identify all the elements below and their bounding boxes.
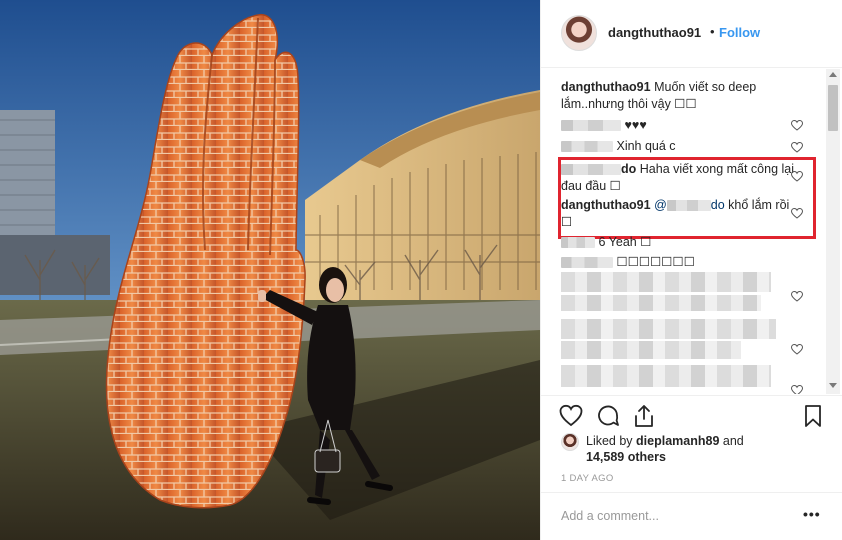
- heart-outline-icon[interactable]: [791, 120, 803, 131]
- post-author-username[interactable]: dangthuthao91: [608, 25, 701, 40]
- comment-item: 6 Yeah ☐: [561, 234, 801, 251]
- blurred-username: [561, 141, 613, 153]
- post-header: dangthuthao91 • Follow: [541, 0, 842, 68]
- comment-item: ♥♥♥: [561, 117, 801, 134]
- comment-item: ☐☐☐☐☐☐☐: [561, 254, 801, 271]
- comment-text: Xinh quá c: [616, 139, 676, 153]
- scroll-down-arrow-icon[interactable]: [829, 383, 837, 388]
- blurred-comment: [561, 272, 771, 292]
- heart-outline-icon[interactable]: [791, 142, 803, 153]
- comments-scrollbar[interactable]: [826, 69, 840, 394]
- comment-item: Xinh quá c: [561, 138, 801, 155]
- likes-count[interactable]: 14,589 others: [586, 450, 666, 464]
- follow-button[interactable]: Follow: [719, 25, 760, 40]
- comment-text: ☐☐☐☐☐☐☐: [616, 255, 695, 269]
- heart-outline-icon[interactable]: [791, 344, 803, 355]
- heart-icon[interactable]: [559, 404, 583, 428]
- comment-text: ♥♥♥: [624, 118, 647, 132]
- post-sidebar: dangthuthao91 • Follow dangthuthao91 Muố…: [541, 0, 842, 540]
- post-timestamp[interactable]: 1 DAY AGO: [561, 473, 614, 484]
- bookmark-icon[interactable]: [801, 404, 825, 428]
- blurred-username: [561, 237, 595, 249]
- separator-dot: •: [710, 24, 715, 39]
- blurred-comment: [561, 365, 771, 387]
- share-icon[interactable]: [632, 404, 656, 428]
- liker-avatar[interactable]: [561, 433, 579, 451]
- scroll-thumb[interactable]: [828, 85, 838, 131]
- action-bar: [541, 395, 842, 431]
- heart-outline-icon[interactable]: [791, 291, 803, 302]
- blurred-comment: [561, 341, 741, 359]
- red-highlight-box: [558, 157, 816, 239]
- post-image: [0, 0, 540, 540]
- more-options-icon[interactable]: •••: [803, 506, 821, 522]
- blurred-comment: [561, 319, 776, 339]
- comments-list[interactable]: dangthuthao91 Muốn viết so deep lắm..như…: [541, 69, 842, 394]
- blurred-username: [561, 257, 613, 269]
- liker-username[interactable]: dieplamanh89: [636, 434, 719, 448]
- comment-text: 6 Yeah ☐: [598, 235, 652, 249]
- post-photo[interactable]: [0, 0, 540, 540]
- profile-avatar[interactable]: [561, 15, 597, 51]
- comment-icon[interactable]: [596, 404, 620, 428]
- scroll-up-arrow-icon[interactable]: [829, 72, 837, 77]
- comment-item: dangthuthao91 Muốn viết so deep lắm..như…: [561, 79, 801, 113]
- comment-input[interactable]: [561, 507, 791, 525]
- add-comment-bar: •••: [541, 492, 842, 540]
- likes-summary: Liked by dieplamanh89 and 14,589 others: [561, 433, 831, 465]
- blurred-username: [561, 120, 621, 132]
- likes-text: Liked by dieplamanh89 and 14,589 others: [586, 434, 744, 464]
- comment-username[interactable]: dangthuthao91: [561, 80, 651, 94]
- heart-outline-icon[interactable]: [791, 385, 803, 394]
- blurred-comment: [561, 295, 761, 311]
